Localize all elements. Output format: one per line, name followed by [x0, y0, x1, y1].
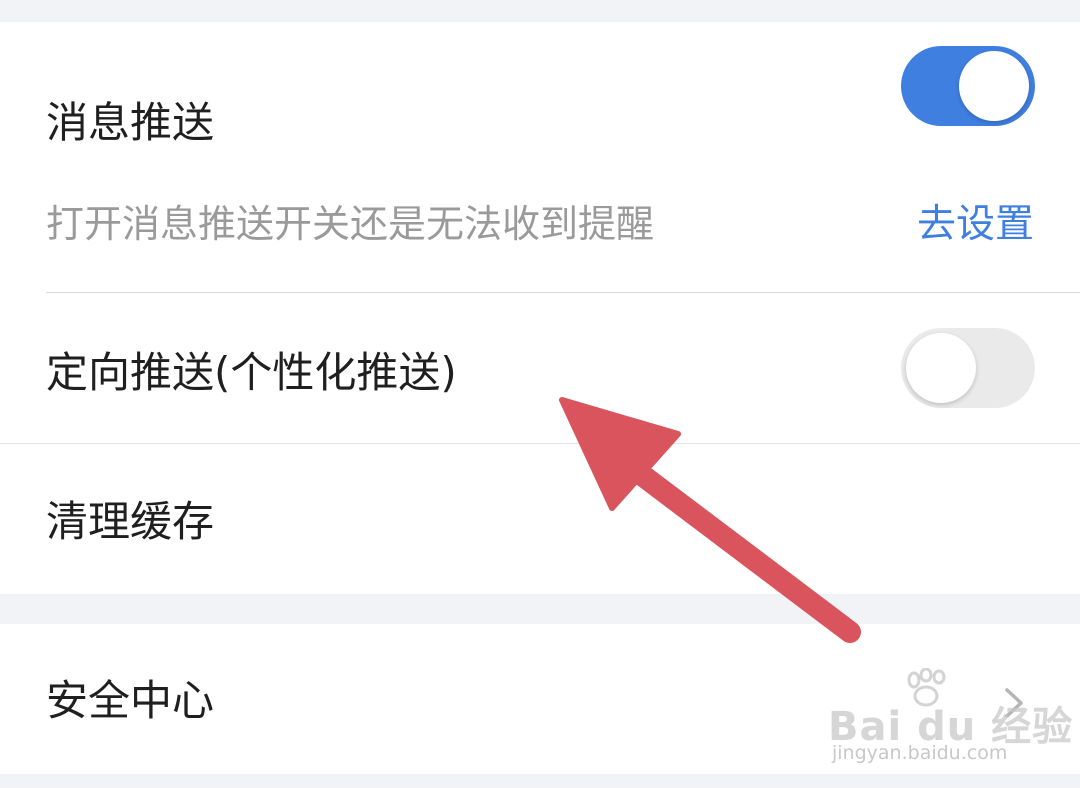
targeted-push-label: 定向推送(个性化推送): [46, 348, 457, 397]
message-push-toggle[interactable]: [901, 46, 1035, 126]
settings-group-notifications: 消息推送 打开消息推送开关还是无法收到提醒 去设置 定向推送(个性化推送) 清理…: [0, 22, 1080, 594]
targeted-push-toggle[interactable]: [901, 328, 1035, 408]
message-push-label: 消息推送: [46, 98, 215, 147]
baidu-jingyan-watermark: Bai du 经验 jingyan.baidu.com: [828, 668, 1072, 768]
divider: [0, 443, 1080, 444]
clear-cache-row[interactable]: 清理缓存: [46, 501, 1046, 543]
push-hint-text: 打开消息推送开关还是无法收到提醒: [46, 202, 655, 246]
divider: [46, 292, 1080, 293]
watermark-url: jingyan.baidu.com: [832, 742, 1008, 764]
go-settings-link[interactable]: 去设置: [917, 205, 1034, 244]
security-center-label: 安全中心: [46, 676, 215, 725]
toggle-knob: [959, 51, 1029, 121]
toggle-knob: [906, 333, 976, 403]
